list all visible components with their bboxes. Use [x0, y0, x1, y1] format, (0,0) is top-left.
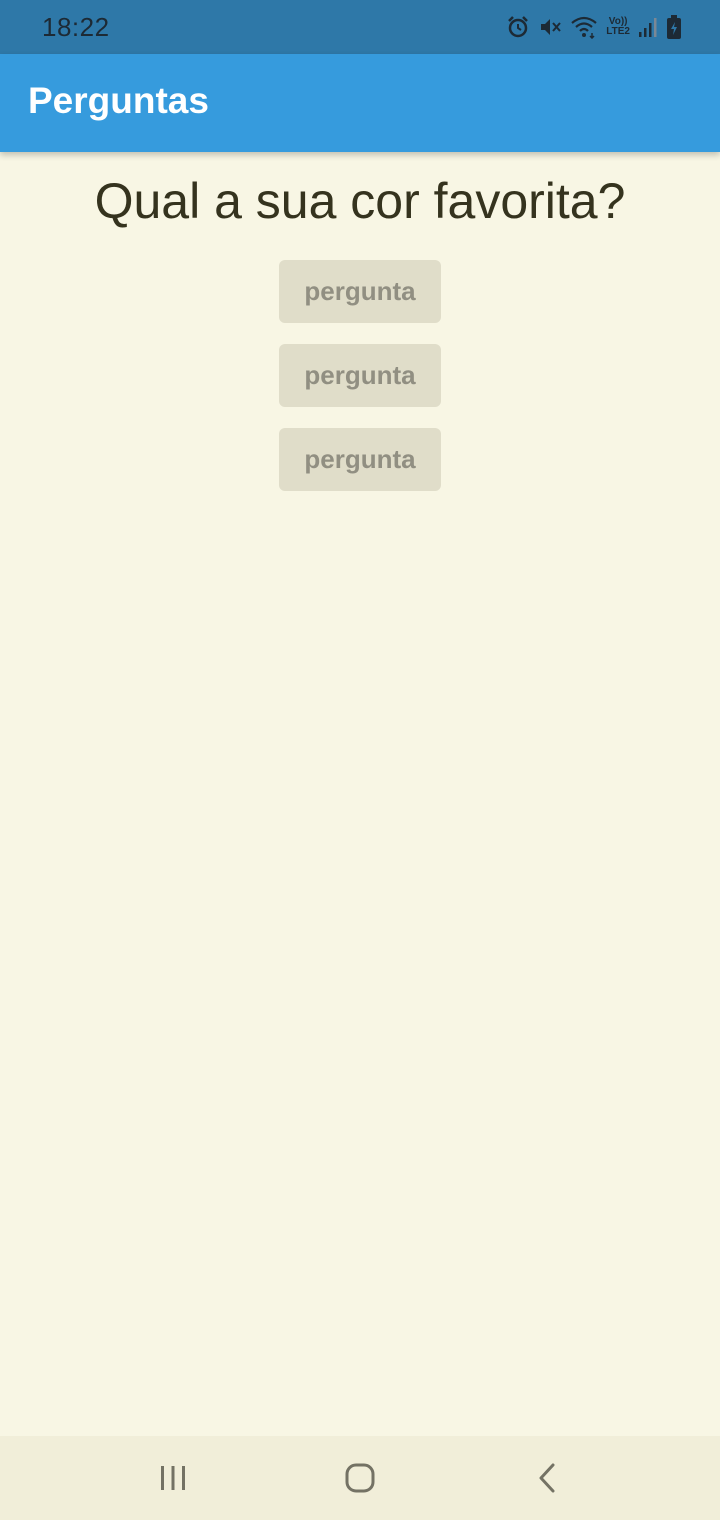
- battery-charging-icon: [666, 14, 682, 40]
- app-bar: Perguntas: [0, 54, 720, 152]
- mute-icon: [538, 15, 562, 39]
- status-time: 18:22: [42, 12, 110, 42]
- volte-lte2-icon: Vo)) LTE2: [606, 17, 630, 37]
- home-icon: [345, 1463, 375, 1493]
- answer-button-1[interactable]: pergunta: [279, 260, 441, 323]
- home-button[interactable]: [332, 1456, 388, 1500]
- wifi-icon: [570, 15, 598, 39]
- signal-icon: [638, 16, 658, 38]
- alarm-icon: [506, 15, 530, 39]
- back-button[interactable]: [519, 1456, 575, 1500]
- lte-label: LTE2: [606, 26, 630, 37]
- app-title: Perguntas: [28, 80, 209, 121]
- question-text: Qual a sua cor favorita?: [94, 173, 626, 229]
- navigation-bar: [0, 1436, 720, 1520]
- answer-button-3[interactable]: pergunta: [279, 428, 441, 491]
- recent-apps-button[interactable]: [145, 1456, 201, 1500]
- answer-button-2[interactable]: pergunta: [279, 344, 441, 407]
- recent-apps-icon: [161, 1466, 185, 1490]
- status-icons: Vo)) LTE2: [506, 12, 682, 42]
- status-bar: 18:22 Vo)) LTE2: [0, 0, 720, 54]
- back-icon: [539, 1463, 555, 1493]
